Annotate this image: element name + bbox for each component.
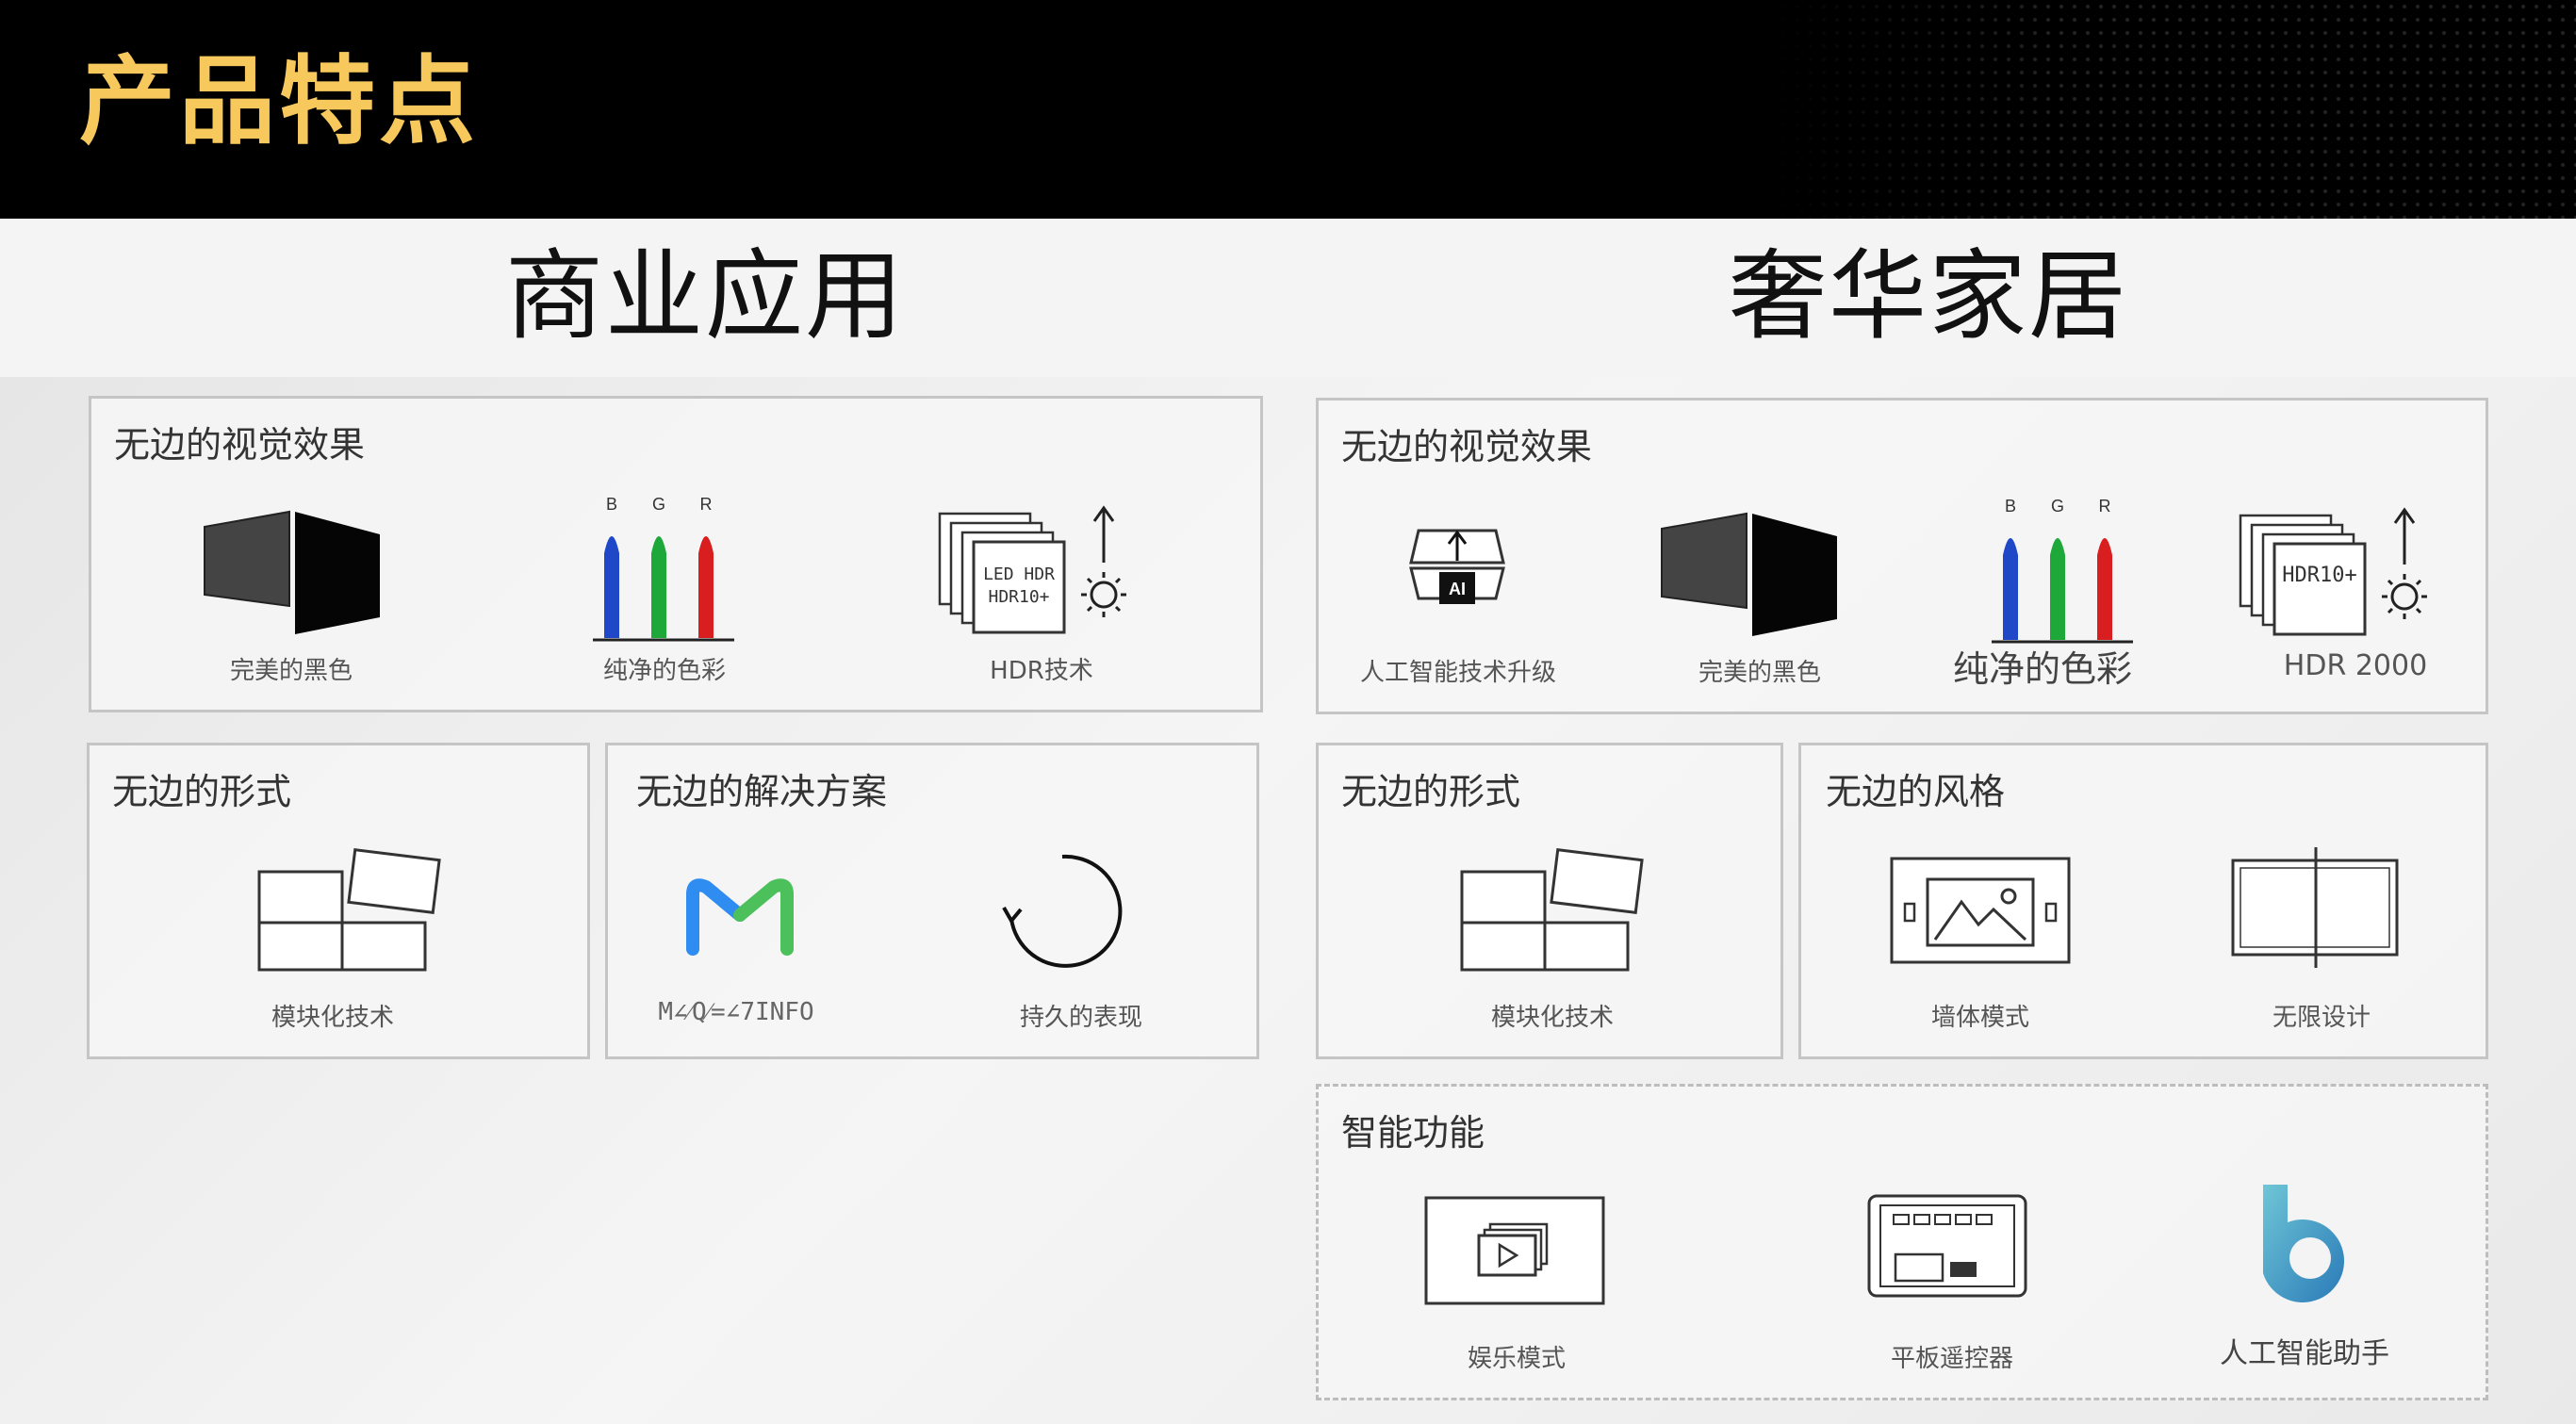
ai-upscale-icon: AI [1409,529,1505,604]
page-title: 产品特点 [79,46,479,158]
bgr-b: B [2005,497,2016,516]
bgr-r: R [2099,497,2111,516]
panel-right-smart: 智能功能 娱乐模式 平板遥控器 人工智能助手 [1316,1084,2488,1400]
section-title-commercial: 商业应用 [505,238,906,353]
bgr-g: G [652,495,665,514]
feature-label: 人工智能技术升级 [1359,659,1557,687]
feature-label: HDR技术 [990,657,1093,685]
circular-arrow-icon [1002,854,1123,968]
bixby-assistant-icon [2263,1185,2345,1302]
section-title-luxury-home: 奢华家居 [1729,238,2129,353]
hdr-badge-line2: HDR10+ [988,587,1049,607]
panel-title: 无边的解决方案 [636,771,888,812]
header-bar: 产品特点 [0,0,2576,219]
panel-left-solution: 无边的解决方案 M∠⁄Q⁄=∠7INFO 持久的表现 [605,743,1259,1059]
panel-left-visual: 无边的视觉效果 完美的黑色 B G R 纯净的色彩 LED HDR HDR10+ [89,396,1263,712]
panel-title: 无边的视觉效果 [1341,426,1593,467]
panel-right-style: 无边的风格 墙体模式 无限设计 [1798,743,2488,1059]
hdr-badge-line1: HDR10+ [2282,564,2356,587]
bgr-b: B [606,495,617,514]
panel-title: 无边的风格 [1826,771,2006,812]
rgb-color-icon: B G R [1992,497,2133,644]
panel-title: 无边的形式 [112,771,292,812]
section-title-band [0,219,2576,377]
black-screens-icon [1661,512,1837,636]
entertainment-mode-icon [1424,1196,1605,1305]
panel-right-visual: 无边的视觉效果 AI 人工智能技术升级 完美的黑色 B G R 纯净的色彩 HD… [1316,398,2488,714]
ai-chip-label: AI [1449,580,1466,598]
feature-label: 模块化技术 [1490,1004,1615,1032]
feature-label: 持久的表现 [1019,1004,1143,1032]
feature-label: 模块化技术 [271,1004,395,1032]
feature-label: 无限设计 [2272,1004,2371,1032]
feature-label: 娱乐模式 [1467,1345,1567,1373]
infinity-design-icon [2231,847,2399,968]
panel-title: 智能功能 [1341,1112,1485,1154]
feature-label: 人工智能助手 [2220,1337,2389,1370]
bgr-r: R [700,495,713,514]
panel-title: 无边的视觉效果 [114,424,366,466]
panel-title: 无边的形式 [1341,771,1521,812]
bgr-g: G [2051,497,2064,516]
feature-label: 完美的黑色 [229,657,353,685]
magicinfo-logo-icon [686,878,794,956]
hdr-badge-line1: LED HDR [983,565,1055,584]
modular-screens-icon [1460,848,1644,972]
feature-label: HDR 2000 [2283,649,2428,682]
feature-label: 完美的黑色 [1698,659,1822,687]
feature-label: 墙体模式 [1930,1004,2030,1032]
panel-left-form: 无边的形式 模块化技术 [87,743,590,1059]
feature-label: 纯净的色彩 [1952,648,2133,690]
feature-label: 纯净的色彩 [602,657,727,685]
panel-right-form: 无边的形式 模块化技术 [1316,743,1783,1059]
wall-mode-icon [1890,857,2071,964]
tablet-remote-icon [1867,1194,2027,1298]
feature-label: 平板遥控器 [1890,1345,2014,1373]
hdr-icon: HDR10+ [2239,507,2427,636]
header-fade [1772,0,2055,219]
rgb-color-icon: B G R [593,495,734,642]
hdr-icon: LED HDR HDR10+ [938,505,1126,634]
feature-label: M∠⁄Q⁄=∠7INFO [658,998,814,1026]
black-screens-icon [204,510,380,634]
modular-screens-icon [257,848,441,972]
